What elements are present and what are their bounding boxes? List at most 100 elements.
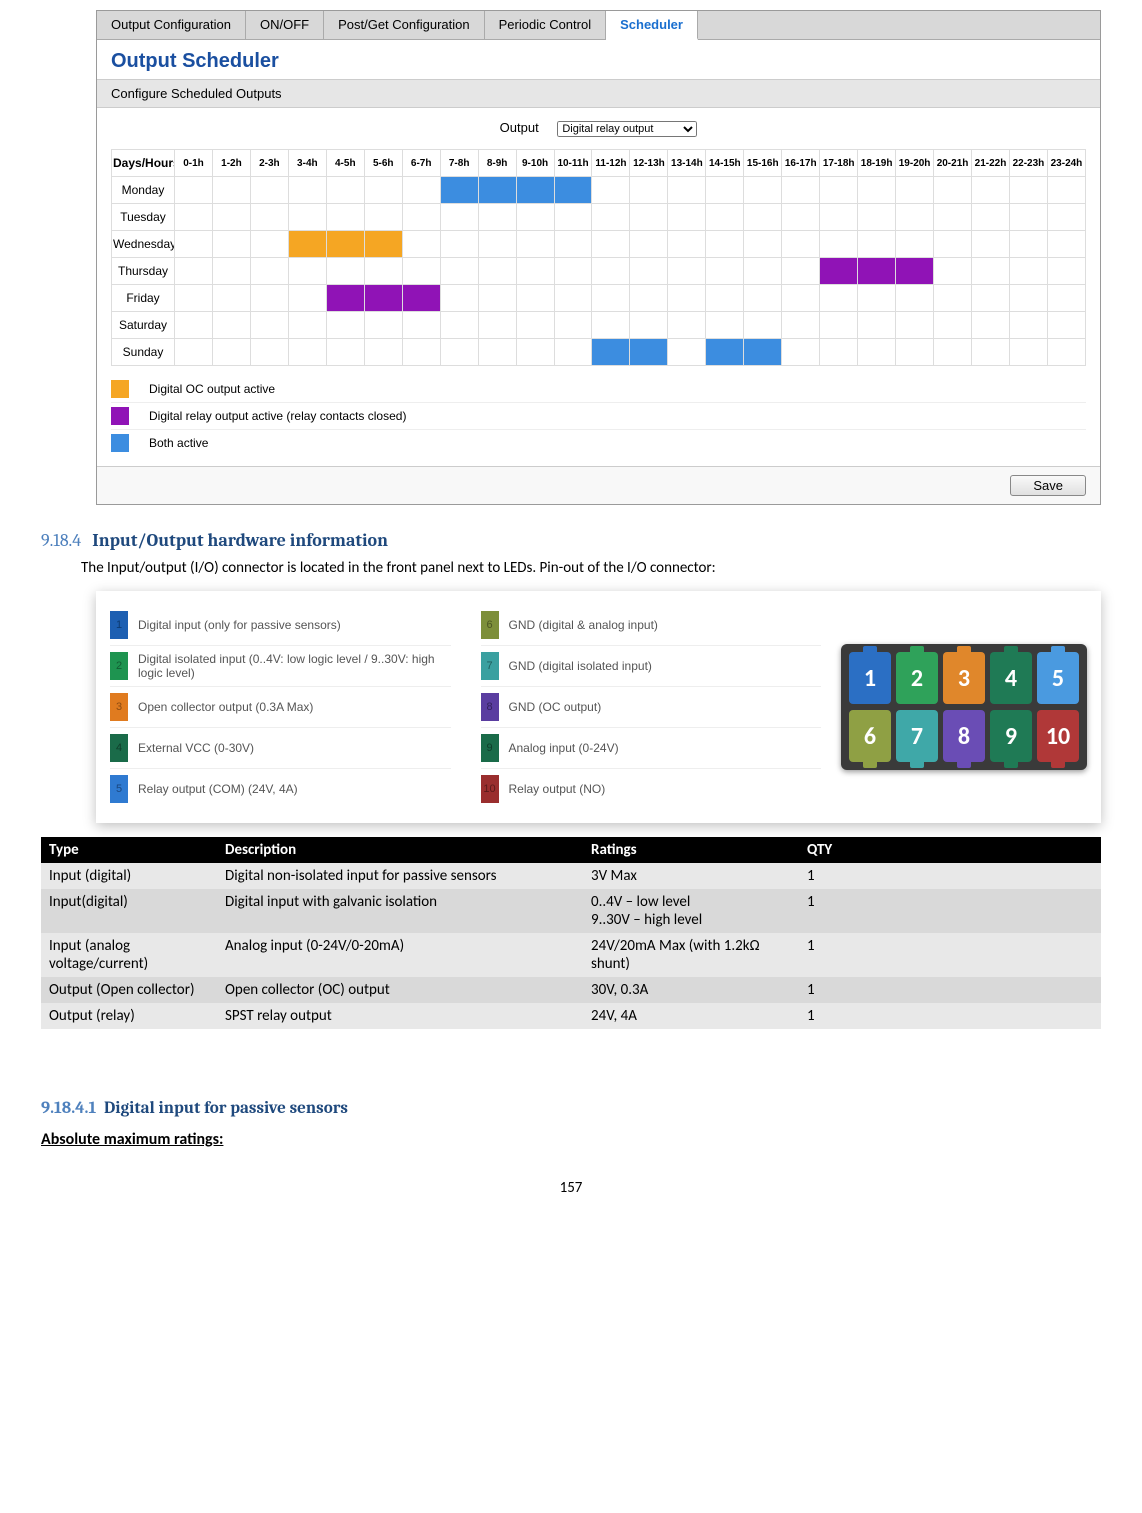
schedule-cell[interactable]: [1009, 312, 1047, 339]
schedule-cell[interactable]: [744, 258, 782, 285]
schedule-cell[interactable]: [972, 285, 1010, 312]
save-button[interactable]: Save: [1010, 475, 1086, 496]
schedule-cell[interactable]: [326, 285, 364, 312]
schedule-cell[interactable]: [554, 312, 592, 339]
schedule-cell[interactable]: [630, 204, 668, 231]
schedule-cell[interactable]: [212, 258, 250, 285]
schedule-cell[interactable]: [554, 285, 592, 312]
schedule-cell[interactable]: [820, 231, 858, 258]
schedule-cell[interactable]: [934, 285, 972, 312]
schedule-cell[interactable]: [516, 339, 554, 366]
schedule-cell[interactable]: [440, 177, 478, 204]
schedule-cell[interactable]: [364, 312, 402, 339]
schedule-cell[interactable]: [440, 339, 478, 366]
schedule-cell[interactable]: [896, 339, 934, 366]
schedule-cell[interactable]: [592, 339, 630, 366]
schedule-cell[interactable]: [288, 339, 326, 366]
schedule-cell[interactable]: [668, 339, 706, 366]
schedule-cell[interactable]: [706, 177, 744, 204]
schedule-cell[interactable]: [972, 177, 1010, 204]
schedule-cell[interactable]: [402, 285, 440, 312]
schedule-cell[interactable]: [516, 285, 554, 312]
schedule-cell[interactable]: [592, 177, 630, 204]
schedule-cell[interactable]: [288, 231, 326, 258]
schedule-cell[interactable]: [668, 312, 706, 339]
schedule-cell[interactable]: [516, 177, 554, 204]
schedule-cell[interactable]: [820, 339, 858, 366]
tab-on-off[interactable]: ON/OFF: [246, 11, 324, 39]
schedule-cell[interactable]: [706, 258, 744, 285]
schedule-cell[interactable]: [972, 258, 1010, 285]
schedule-cell[interactable]: [972, 204, 1010, 231]
schedule-cell[interactable]: [478, 285, 516, 312]
schedule-cell[interactable]: [326, 258, 364, 285]
schedule-cell[interactable]: [402, 339, 440, 366]
schedule-cell[interactable]: [972, 231, 1010, 258]
schedule-cell[interactable]: [288, 285, 326, 312]
schedule-cell[interactable]: [744, 231, 782, 258]
schedule-cell[interactable]: [554, 204, 592, 231]
schedule-cell[interactable]: [934, 204, 972, 231]
schedule-cell[interactable]: [934, 312, 972, 339]
schedule-cell[interactable]: [175, 177, 213, 204]
schedule-cell[interactable]: [175, 339, 213, 366]
schedule-cell[interactable]: [326, 231, 364, 258]
schedule-cell[interactable]: [820, 177, 858, 204]
schedule-cell[interactable]: [1009, 339, 1047, 366]
schedule-cell[interactable]: [630, 312, 668, 339]
schedule-cell[interactable]: [858, 177, 896, 204]
schedule-cell[interactable]: [896, 285, 934, 312]
schedule-cell[interactable]: [440, 204, 478, 231]
schedule-cell[interactable]: [478, 177, 516, 204]
schedule-cell[interactable]: [1047, 204, 1085, 231]
schedule-cell[interactable]: [402, 204, 440, 231]
schedule-cell[interactable]: [630, 258, 668, 285]
schedule-cell[interactable]: [706, 285, 744, 312]
schedule-cell[interactable]: [668, 285, 706, 312]
schedule-cell[interactable]: [478, 231, 516, 258]
schedule-cell[interactable]: [212, 177, 250, 204]
schedule-cell[interactable]: [782, 258, 820, 285]
schedule-cell[interactable]: [402, 177, 440, 204]
schedule-cell[interactable]: [630, 339, 668, 366]
schedule-cell[interactable]: [896, 204, 934, 231]
schedule-cell[interactable]: [364, 231, 402, 258]
schedule-cell[interactable]: [326, 339, 364, 366]
schedule-cell[interactable]: [896, 258, 934, 285]
schedule-cell[interactable]: [972, 339, 1010, 366]
schedule-cell[interactable]: [934, 258, 972, 285]
schedule-cell[interactable]: [630, 231, 668, 258]
schedule-cell[interactable]: [212, 231, 250, 258]
schedule-cell[interactable]: [364, 258, 402, 285]
schedule-cell[interactable]: [934, 231, 972, 258]
schedule-cell[interactable]: [592, 312, 630, 339]
schedule-cell[interactable]: [554, 339, 592, 366]
schedule-cell[interactable]: [858, 204, 896, 231]
schedule-cell[interactable]: [326, 177, 364, 204]
schedule-cell[interactable]: [1009, 258, 1047, 285]
schedule-cell[interactable]: [326, 204, 364, 231]
schedule-cell[interactable]: [250, 231, 288, 258]
schedule-cell[interactable]: [364, 204, 402, 231]
schedule-cell[interactable]: [175, 285, 213, 312]
schedule-cell[interactable]: [782, 177, 820, 204]
schedule-cell[interactable]: [402, 258, 440, 285]
schedule-cell[interactable]: [782, 312, 820, 339]
schedule-cell[interactable]: [706, 204, 744, 231]
schedule-cell[interactable]: [478, 204, 516, 231]
schedule-cell[interactable]: [250, 258, 288, 285]
schedule-cell[interactable]: [478, 312, 516, 339]
schedule-cell[interactable]: [440, 258, 478, 285]
tab-post-get-configuration[interactable]: Post/Get Configuration: [324, 11, 485, 39]
output-select[interactable]: Digital relay output: [557, 121, 697, 137]
schedule-cell[interactable]: [706, 339, 744, 366]
schedule-cell[interactable]: [592, 231, 630, 258]
schedule-cell[interactable]: [516, 258, 554, 285]
schedule-cell[interactable]: [934, 339, 972, 366]
schedule-cell[interactable]: [250, 204, 288, 231]
schedule-cell[interactable]: [402, 312, 440, 339]
schedule-cell[interactable]: [934, 177, 972, 204]
schedule-cell[interactable]: [1047, 177, 1085, 204]
schedule-cell[interactable]: [516, 231, 554, 258]
schedule-cell[interactable]: [250, 339, 288, 366]
